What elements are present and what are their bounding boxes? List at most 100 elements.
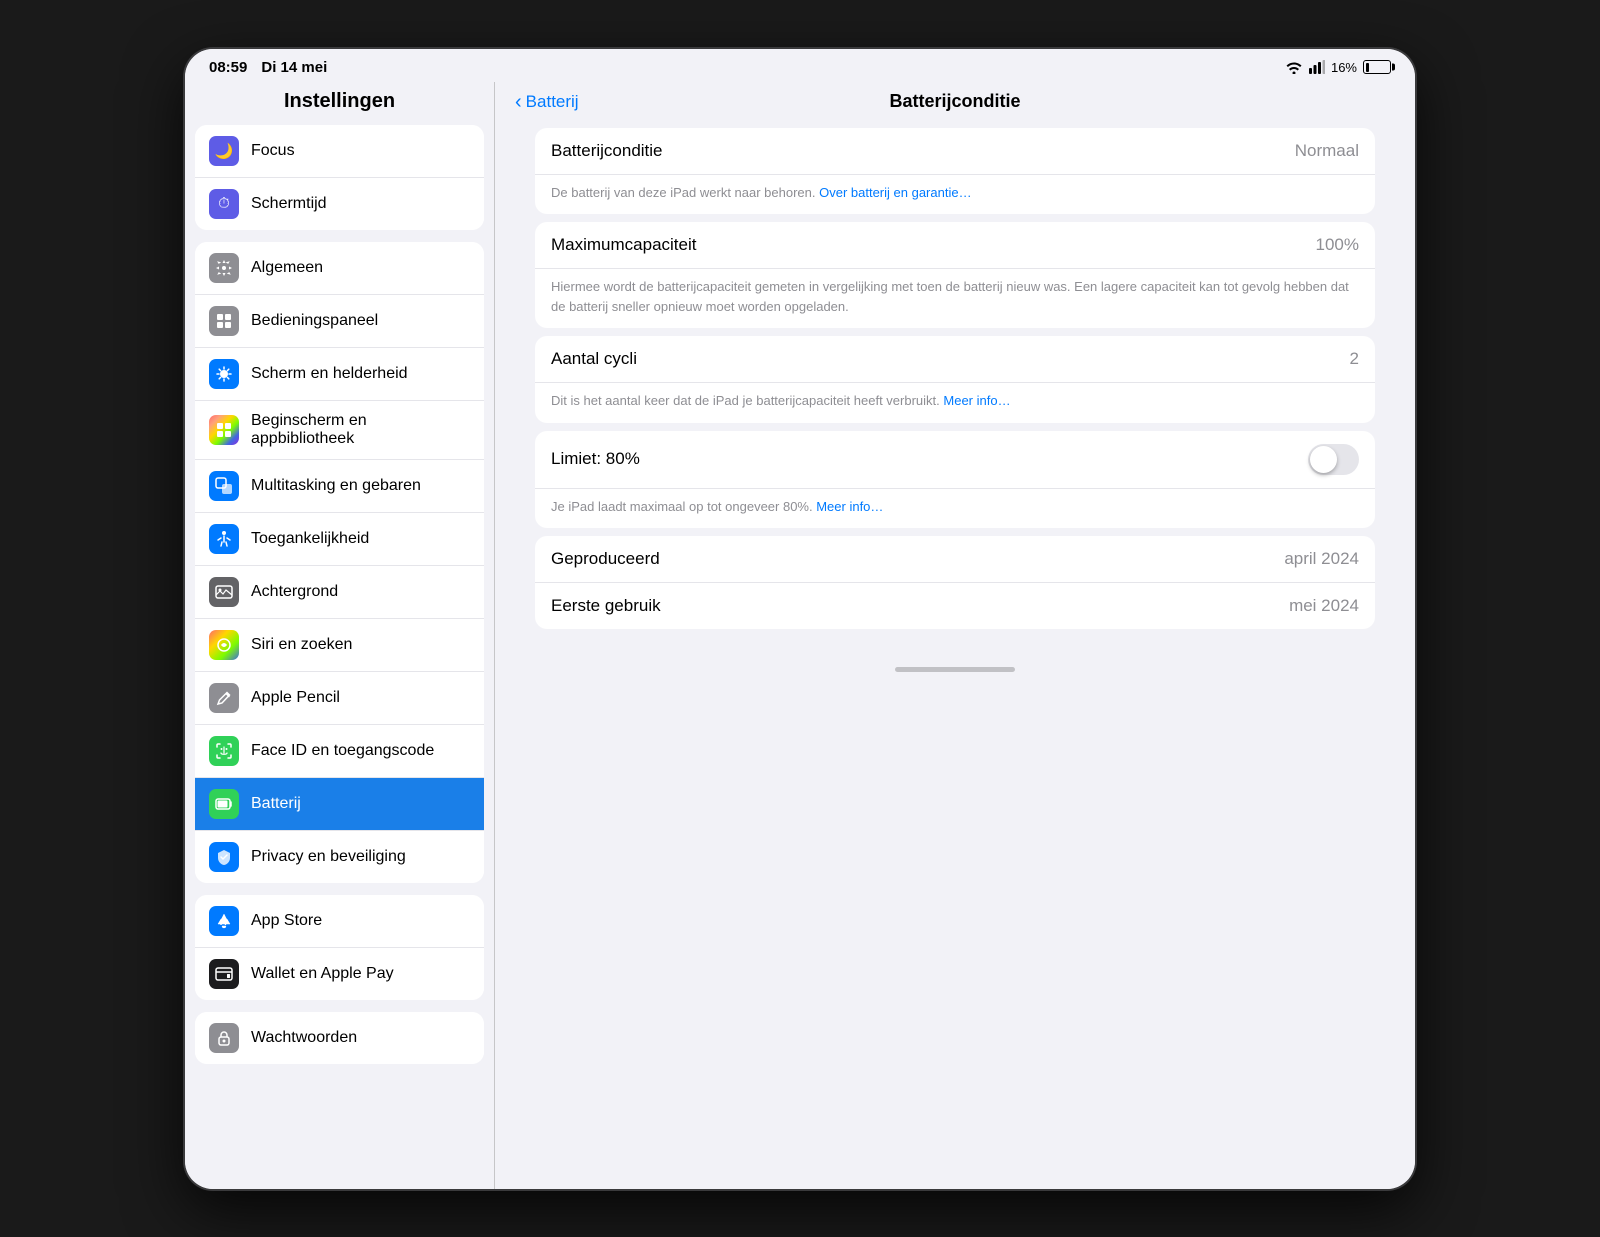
sidebar-item-wachtwoorden[interactable]: Wachtwoorden (195, 1012, 484, 1064)
multitasking-icon (209, 471, 239, 501)
beginscherm-icon (209, 415, 239, 445)
sidebar-item-beginscherm[interactable]: Beginscherm en appbibliotheek (195, 401, 484, 460)
toggle-knob (1310, 446, 1337, 473)
limiet-meer-info-link[interactable]: Meer info… (816, 499, 883, 514)
sidebar-item-toegankelijkheid[interactable]: Toegankelijkheid (195, 513, 484, 566)
sidebar-item-label-siri: Siri en zoeken (251, 636, 470, 654)
sidebar-item-label-wachtwoorden: Wachtwoorden (251, 1029, 470, 1047)
geproduceerd-value: april 2024 (1284, 549, 1359, 569)
ipad-inner: 08:59 Di 14 mei 16% (185, 49, 1415, 1189)
sidebar-item-label-batterij: Batterij (251, 795, 470, 813)
sidebar-item-bedieningspaneel[interactable]: Bedieningspaneel (195, 295, 484, 348)
sidebar-item-focus[interactable]: 🌙 Focus (195, 125, 484, 178)
row-eerste-gebruik: Eerste gebruik mei 2024 (535, 583, 1375, 629)
wifi-icon (1285, 60, 1303, 74)
capaciteit-description: Hiermee wordt de batterijcapaciteit geme… (535, 269, 1375, 328)
row-limiet: Limiet: 80% (535, 431, 1375, 489)
limiet-toggle[interactable] (1308, 444, 1359, 475)
sidebar-item-label-scherm: Scherm en helderheid (251, 365, 470, 383)
detail-panel: ‹ Batterij Batterijconditie Batterijcond… (495, 82, 1415, 1189)
detail-title: Batterijconditie (889, 91, 1020, 112)
sidebar-item-label-faceid: Face ID en toegangscode (251, 742, 470, 760)
signal-icon (1309, 60, 1325, 74)
sidebar-group-2: Algemeen Bedieningspaneel (195, 242, 484, 883)
limiet-label: Limiet: 80% (551, 449, 640, 469)
toegankelijkheid-icon (209, 524, 239, 554)
sidebar-group-1: 🌙 Focus ⏱ Schermtijd (195, 125, 484, 230)
battery-guarantee-link[interactable]: Over batterij en garantie… (819, 185, 971, 200)
battery-fill (1366, 63, 1370, 72)
sidebar-item-label-toegankelijkheid: Toegankelijkheid (251, 530, 470, 548)
sidebar-item-appstore[interactable]: A App Store (195, 895, 484, 948)
sidebar-item-label-focus: Focus (251, 142, 470, 160)
main-area: Instellingen 🌙 Focus ⏱ Schermtijd (185, 82, 1415, 1189)
batterijconditie-value: Normaal (1295, 141, 1359, 161)
back-button[interactable]: ‹ Batterij (515, 92, 579, 112)
focus-icon: 🌙 (209, 136, 239, 166)
card-batterijconditie: Batterijconditie Normaal De batterij van… (535, 128, 1375, 215)
sidebar-item-algemeen[interactable]: Algemeen (195, 242, 484, 295)
sidebar-group-3: A App Store Wallet (195, 895, 484, 1000)
sidebar-group-4: Wachtwoorden (195, 1012, 484, 1064)
home-indicator (495, 657, 1415, 681)
cycli-description: Dit is het aantal keer dat de iPad je ba… (535, 383, 1375, 423)
cycli-meer-info-link[interactable]: Meer info… (943, 393, 1010, 408)
battery-percent: 16% (1331, 60, 1357, 75)
detail-content: Batterijconditie Normaal De batterij van… (495, 120, 1415, 658)
sidebar-item-label-schermtijd: Schermtijd (251, 195, 470, 213)
geproduceerd-label: Geproduceerd (551, 549, 660, 569)
sidebar-item-faceid[interactable]: Face ID en toegangscode (195, 725, 484, 778)
cycli-value: 2 (1350, 349, 1359, 369)
sidebar-item-label-privacy: Privacy en beveiliging (251, 848, 470, 866)
limiet-description: Je iPad laadt maximaal op tot ongeveer 8… (535, 489, 1375, 529)
batterijconditie-description: De batterij van deze iPad werkt naar beh… (535, 175, 1375, 215)
row-capaciteit: Maximumcapaciteit 100% (535, 222, 1375, 269)
pencil-icon (209, 683, 239, 713)
sidebar-item-multitasking[interactable]: Multitasking en gebaren (195, 460, 484, 513)
faceid-icon (209, 736, 239, 766)
back-button-label: Batterij (526, 92, 579, 112)
sidebar-item-schermtijd[interactable]: ⏱ Schermtijd (195, 178, 484, 230)
wachtwoorden-icon (209, 1023, 239, 1053)
sidebar-item-label-beginscherm: Beginscherm en appbibliotheek (251, 412, 470, 448)
card-cycli: Aantal cycli 2 Dit is het aantal keer da… (535, 336, 1375, 423)
sidebar-item-wallet[interactable]: Wallet en Apple Pay (195, 948, 484, 1000)
sidebar-item-label-achtergrond: Achtergrond (251, 583, 470, 601)
sidebar-item-label-wallet: Wallet en Apple Pay (251, 965, 470, 983)
detail-nav: ‹ Batterij Batterijconditie (495, 82, 1415, 120)
row-batterijconditie: Batterijconditie Normaal (535, 128, 1375, 175)
ipad-frame: 08:59 Di 14 mei 16% (185, 49, 1415, 1189)
algemeen-icon (209, 253, 239, 283)
status-bar: 08:59 Di 14 mei 16% (185, 49, 1415, 82)
svg-text:A: A (220, 917, 227, 927)
sidebar-item-scherm[interactable]: Scherm en helderheid (195, 348, 484, 401)
back-chevron-icon: ‹ (515, 92, 522, 112)
sidebar-item-label-pencil: Apple Pencil (251, 689, 470, 707)
status-time: 08:59 (209, 59, 247, 76)
capaciteit-label: Maximumcapaciteit (551, 235, 697, 255)
siri-icon (209, 630, 239, 660)
sidebar-item-label-appstore: App Store (251, 912, 470, 930)
eerste-gebruik-label: Eerste gebruik (551, 596, 661, 616)
sidebar-item-batterij[interactable]: Batterij (195, 778, 484, 831)
sidebar: Instellingen 🌙 Focus ⏱ Schermtijd (185, 82, 495, 1189)
card-capaciteit: Maximumcapaciteit 100% Hiermee wordt de … (535, 222, 1375, 328)
sidebar-item-label-bedieningspaneel: Bedieningspaneel (251, 312, 470, 330)
card-limiet: Limiet: 80% Je iPad laadt maximaal op to… (535, 431, 1375, 529)
status-left: 08:59 Di 14 mei (209, 59, 327, 76)
row-cycli: Aantal cycli 2 (535, 336, 1375, 383)
bedieningspaneel-icon (209, 306, 239, 336)
schermtijd-icon: ⏱ (209, 189, 239, 219)
sidebar-item-pencil[interactable]: Apple Pencil (195, 672, 484, 725)
battery-bar-icon (1363, 60, 1391, 74)
status-right: 16% (1285, 60, 1391, 75)
cycli-label: Aantal cycli (551, 349, 637, 369)
batterij-icon (209, 789, 239, 819)
privacy-icon (209, 842, 239, 872)
sidebar-item-siri[interactable]: Siri en zoeken (195, 619, 484, 672)
sidebar-item-achtergrond[interactable]: Achtergrond (195, 566, 484, 619)
sidebar-title: Instellingen (185, 82, 494, 125)
sidebar-item-privacy[interactable]: Privacy en beveiliging (195, 831, 484, 883)
achtergrond-icon (209, 577, 239, 607)
batterijconditie-label: Batterijconditie (551, 141, 663, 161)
